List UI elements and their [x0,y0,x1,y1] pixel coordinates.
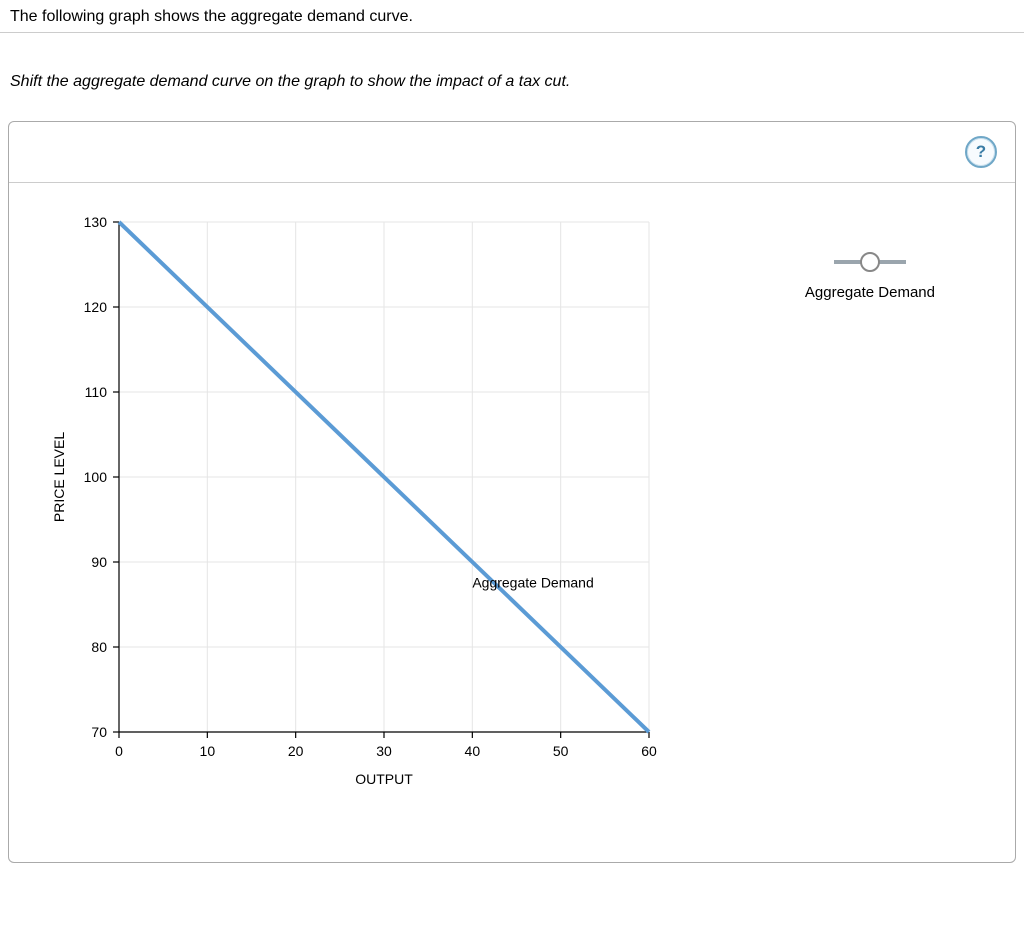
chart-svg[interactable]: 0 10 20 30 40 50 60 70 80 90 100 110 120 130 OUTPUT PRI… [39,202,679,802]
instruction-text: Shift the aggregate demand curve on the … [0,33,1024,111]
y-tick-label: 110 [85,384,108,400]
legend-handle[interactable] [805,252,935,272]
x-tick-label: 60 [641,743,657,759]
graph-panel: ? 0 10 20 30 40 50 60 70 80 90 100 110 120 130 OUTPUT P… [8,121,1016,863]
y-tick-label: 70 [91,724,107,740]
y-tick-label: 100 [84,469,108,485]
x-tick-label: 0 [115,743,123,759]
help-button[interactable]: ? [965,136,997,168]
legend-line-left-icon [834,260,862,264]
y-axis-label: PRICE LEVEL [51,432,67,522]
x-axis-label: OUTPUT [355,771,413,787]
x-tick-label: 20 [288,743,304,759]
page-root: The following graph shows the aggregate … [0,0,1024,863]
y-tick-label: 90 [91,554,107,570]
x-tick-label: 40 [465,743,481,759]
legend-circle-icon [860,252,880,272]
chart-area: 0 10 20 30 40 50 60 70 80 90 100 110 120 130 OUTPUT PRI… [39,202,679,802]
x-tick-label: 10 [200,743,216,759]
legend-line-right-icon [878,260,906,264]
y-tick-label: 130 [84,214,108,230]
panel-header: ? [9,122,1015,183]
x-tick-label: 50 [553,743,569,759]
intro-text: The following graph shows the aggregate … [0,0,1024,33]
y-tick-label: 120 [84,299,108,315]
x-tick-label: 30 [376,743,392,759]
legend-label: Aggregate Demand [805,284,935,301]
legend: Aggregate Demand [805,252,935,301]
y-tick-label: 80 [91,639,107,655]
help-icon: ? [976,142,986,162]
series-label: Aggregate Demand [472,575,593,591]
